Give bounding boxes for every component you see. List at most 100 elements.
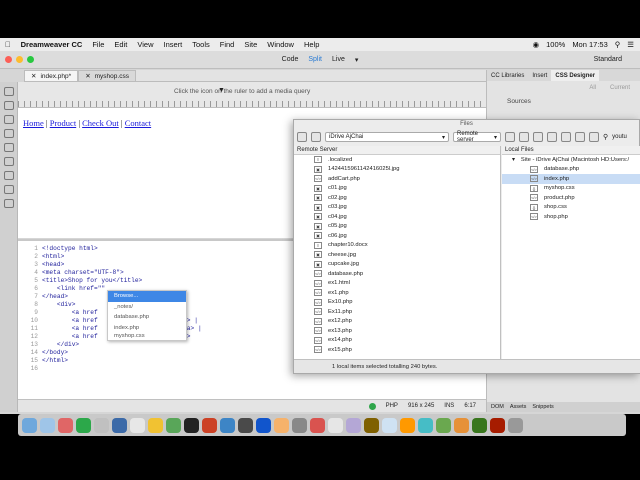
server-select[interactable]: Remote server ▾ <box>453 131 501 143</box>
media-query-ruler[interactable]: Click the icon on the ruler to add a med… <box>18 82 486 108</box>
dock-app-icon[interactable] <box>76 417 91 433</box>
remote-file-list[interactable]: Remote Server ≡ .localized ▣ 14244159611424… <box>294 146 501 361</box>
get-files-icon[interactable] <box>533 132 543 142</box>
all-button[interactable]: All <box>589 85 596 91</box>
file-row[interactable]: ≡ chapter10.docx <box>294 241 500 251</box>
file-row[interactable]: </> ex12.php <box>294 317 500 327</box>
file-row[interactable]: </> product.php <box>502 193 640 203</box>
media-query-icon[interactable]: ▼ <box>218 87 225 94</box>
current-button[interactable]: Current <box>610 85 630 91</box>
open-icon[interactable] <box>4 101 14 110</box>
dock-app-icon[interactable] <box>472 417 487 433</box>
code-line[interactable]: 8 <div> <box>18 301 75 309</box>
zoom-button[interactable] <box>27 56 34 63</box>
view-live-button[interactable]: Live <box>332 56 345 63</box>
minimize-button[interactable] <box>16 56 23 63</box>
dock-app-icon[interactable] <box>346 417 361 433</box>
file-row[interactable]: ▣ c05.jpg <box>294 222 500 232</box>
menu-site[interactable]: Site <box>239 40 262 49</box>
local-file-list[interactable]: Local Files ▾ Site - iDrive AjChai (Macin… <box>502 146 640 361</box>
code-line[interactable]: 13 </div> <box>18 341 80 349</box>
select-icon[interactable] <box>4 115 14 124</box>
file-row[interactable]: {} myshop.css <box>502 184 640 194</box>
dock-app-icon[interactable] <box>220 417 235 433</box>
file-row[interactable]: </> database.php <box>502 165 640 175</box>
site-select[interactable]: iDrive AjChai ▾ <box>325 132 449 142</box>
file-row[interactable]: ▣ cheese.jpg <box>294 250 500 260</box>
remote-header[interactable]: Remote Server <box>294 146 500 155</box>
file-row[interactable]: </> ex1.html <box>294 279 500 289</box>
collapse-icon[interactable] <box>297 132 307 142</box>
dock-app-icon[interactable] <box>58 417 73 433</box>
link-product[interactable]: Product <box>50 118 76 128</box>
file-row[interactable]: </> shop.php <box>502 212 640 222</box>
no-errors-icon[interactable] <box>368 402 376 410</box>
dock-app-icon[interactable] <box>256 417 271 433</box>
file-row[interactable]: ▣ c04.jpg <box>294 212 500 222</box>
dock-app-icon[interactable] <box>130 417 145 433</box>
comment-icon[interactable] <box>4 171 14 180</box>
check-out-icon[interactable] <box>589 132 599 142</box>
sync-icon[interactable] <box>575 132 585 142</box>
file-icon[interactable] <box>4 87 14 96</box>
clock[interactable]: Mon 17:53 <box>572 40 607 49</box>
menu-insert[interactable]: Insert <box>158 40 187 49</box>
dock-app-icon[interactable] <box>94 417 109 433</box>
expand-panel-icon[interactable] <box>519 132 529 142</box>
file-row[interactable]: </> Ex10.php <box>294 298 500 308</box>
menu-list-icon[interactable]: ☰ <box>627 40 634 49</box>
file-row[interactable]: ≡ .localized <box>294 155 500 165</box>
dock-app-icon[interactable] <box>328 417 343 433</box>
inspect-icon[interactable] <box>4 143 14 152</box>
code-hint-list[interactable]: Browse... _notes/ database.php index.php… <box>107 290 187 341</box>
dock-app-icon[interactable] <box>490 417 505 433</box>
hint-item[interactable]: _notes/ <box>108 302 186 313</box>
view-split-button[interactable]: Split <box>308 56 322 63</box>
dock-app-icon[interactable] <box>364 417 379 433</box>
file-row[interactable]: ▣ c01.jpg <box>294 184 500 194</box>
dock-app-icon[interactable] <box>40 417 55 433</box>
code-line[interactable]: 14 </body> <box>18 349 68 357</box>
file-row[interactable]: </> ex1.php <box>294 288 500 298</box>
file-row[interactable]: </> index.php <box>502 174 640 184</box>
tab-cc-libraries[interactable]: CC Libraries <box>487 73 528 79</box>
workspace-switcher[interactable]: Standard <box>594 56 622 63</box>
tab-close-icon[interactable]: ✕ <box>85 72 90 80</box>
tab-myshop-css[interactable]: ✕ myshop.css <box>78 70 136 81</box>
menu-edit[interactable]: Edit <box>109 40 132 49</box>
refresh-icon[interactable] <box>561 132 571 142</box>
file-row[interactable]: ▣ c06.jpg <box>294 231 500 241</box>
menu-help[interactable]: Help <box>299 40 324 49</box>
dock-app-icon[interactable] <box>292 417 307 433</box>
file-row[interactable]: ▣ c02.jpg <box>294 193 500 203</box>
hint-item[interactable]: myshop.css <box>108 333 186 339</box>
tab-assets[interactable]: Assets <box>510 404 527 410</box>
expand-icon[interactable] <box>4 129 14 138</box>
dock-app-icon[interactable] <box>148 417 163 433</box>
file-row[interactable]: </> Ex11.php <box>294 307 500 317</box>
close-button[interactable] <box>5 56 12 63</box>
file-row[interactable]: {} shop.css <box>502 203 640 213</box>
indent-icon[interactable] <box>4 185 14 194</box>
tab-css-designer[interactable]: CSS Designer <box>551 70 600 81</box>
tab-snippets[interactable]: Snippets <box>532 404 553 410</box>
menu-view[interactable]: View <box>132 40 158 49</box>
menu-window[interactable]: Window <box>262 40 299 49</box>
apple-icon[interactable]:  <box>0 40 16 49</box>
dock-app-icon[interactable] <box>184 417 199 433</box>
document-type[interactable]: PHP <box>386 403 398 409</box>
hint-item[interactable]: database.php <box>108 312 186 323</box>
dock-app-icon[interactable] <box>274 417 289 433</box>
file-row[interactable]: </> database.php <box>294 269 500 279</box>
dock-app-icon[interactable] <box>112 417 127 433</box>
window-size[interactable]: 916 x 245 <box>408 403 434 409</box>
file-row[interactable]: </> ex14.php <box>294 336 500 346</box>
dock-app-icon[interactable] <box>454 417 469 433</box>
code-line[interactable]: 4 <meta charset="UTF-8"> <box>18 269 123 277</box>
dock-app-icon[interactable] <box>418 417 433 433</box>
code-line[interactable]: 7 </head> <box>18 293 68 301</box>
app-menu[interactable]: Dreamweaver CC <box>16 40 88 49</box>
file-row[interactable]: </> ex15.php <box>294 345 500 355</box>
search-icon[interactable]: ⚲ <box>615 40 621 49</box>
menu-find[interactable]: Find <box>215 40 240 49</box>
